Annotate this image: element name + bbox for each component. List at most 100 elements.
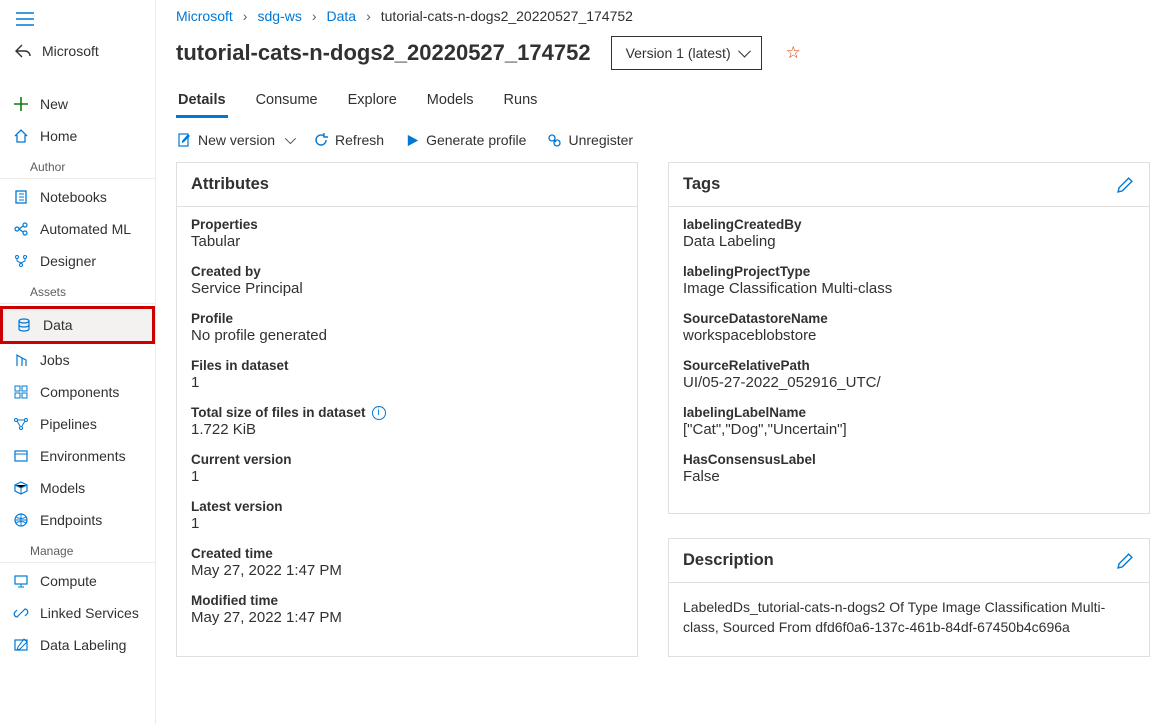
tag-row: SourceDatastoreNameworkspaceblobstore (683, 311, 1135, 344)
edit-tags-button[interactable] (1117, 176, 1135, 194)
tab-explore[interactable]: Explore (346, 84, 399, 118)
tag-value: Image Classification Multi-class (683, 280, 1135, 297)
nav-label: Data (43, 317, 73, 333)
models-icon (12, 479, 30, 497)
endpoints-icon (12, 511, 30, 529)
nav-label: Models (40, 480, 85, 496)
notebook-icon (12, 188, 30, 206)
unregister-button[interactable]: Unregister (546, 132, 633, 148)
tab-models[interactable]: Models (425, 84, 476, 118)
sidebar-item-pipelines[interactable]: Pipelines (0, 408, 155, 440)
sidebar-item-compute[interactable]: Compute (0, 565, 155, 597)
hamburger-menu-button[interactable] (0, 8, 155, 34)
generate-profile-button[interactable]: Generate profile (404, 132, 526, 148)
tag-value: ["Cat","Dog","Uncertain"] (683, 421, 1135, 438)
tab-consume[interactable]: Consume (254, 84, 320, 118)
tags-card: Tags labelingCreatedByData Labelinglabel… (668, 162, 1150, 514)
card-title: Attributes (191, 175, 269, 194)
tag-value: False (683, 468, 1135, 485)
pipelines-icon (12, 415, 30, 433)
designer-icon (12, 252, 30, 270)
tag-value: UI/05-27-2022_052916_UTC/ (683, 374, 1135, 391)
sidebar-item-designer[interactable]: Designer (0, 245, 155, 277)
jobs-icon (12, 351, 30, 369)
breadcrumb-item[interactable]: sdg-ws (257, 8, 301, 24)
sidebar-item-home[interactable]: Home (0, 120, 155, 152)
main: Microsoft › sdg-ws › Data › tutorial-cat… (156, 0, 1170, 724)
attribute-row: Files in dataset1 (191, 358, 623, 391)
attribute-label: Created by (191, 264, 623, 279)
breadcrumb-item[interactable]: Data (327, 8, 357, 24)
version-select-label: Version 1 (latest) (626, 45, 731, 61)
home-icon (12, 127, 30, 145)
sidebar-back-link[interactable]: Microsoft (0, 34, 155, 70)
toolbar: New version Refresh Generate profile Unr… (156, 118, 1170, 162)
toolbar-label: Generate profile (426, 132, 526, 148)
attribute-label: Properties (191, 217, 623, 232)
description-text: LabeledDs_tutorial-cats-n-dogs2 Of Type … (669, 583, 1149, 656)
nav-label: Automated ML (40, 221, 131, 237)
environments-icon (12, 447, 30, 465)
nav-label: New (40, 96, 68, 112)
sidebar-item-notebooks[interactable]: Notebooks (0, 181, 155, 213)
attribute-value: Tabular (191, 233, 623, 250)
attribute-label: Modified time (191, 593, 623, 608)
new-version-icon (176, 132, 192, 148)
sidebar-section-assets: Assets (0, 279, 155, 304)
attribute-value: Service Principal (191, 280, 623, 297)
toolbar-label: Unregister (568, 132, 633, 148)
version-select[interactable]: Version 1 (latest) (611, 36, 762, 70)
breadcrumb-item[interactable]: Microsoft (176, 8, 233, 24)
attribute-row: Modified timeMay 27, 2022 1:47 PM (191, 593, 623, 626)
nav-label: Environments (40, 448, 126, 464)
sidebar-item-automated-ml[interactable]: Automated ML (0, 213, 155, 245)
tabs: Details Consume Explore Models Runs (156, 80, 1170, 118)
refresh-button[interactable]: Refresh (313, 132, 384, 148)
sidebar-item-models[interactable]: Models (0, 472, 155, 504)
sidebar-top-label: Microsoft (42, 43, 99, 59)
card-title: Description (683, 551, 774, 570)
edit-description-button[interactable] (1117, 552, 1135, 570)
attribute-label: Total size of files in dataseti (191, 405, 623, 420)
chevron-right-icon: › (366, 8, 371, 24)
tag-label: SourceDatastoreName (683, 311, 1135, 326)
sidebar-section-author: Author (0, 154, 155, 179)
tab-details[interactable]: Details (176, 84, 228, 118)
sidebar-item-data-labeling[interactable]: Data Labeling (0, 629, 155, 661)
unregister-icon (546, 132, 562, 148)
attribute-row: Current version1 (191, 452, 623, 485)
description-card: Description LabeledDs_tutorial-cats-n-do… (668, 538, 1150, 657)
attribute-value: 1 (191, 515, 623, 532)
favorite-star-icon[interactable]: ☆ (786, 43, 801, 63)
tag-row: HasConsensusLabelFalse (683, 452, 1135, 485)
refresh-icon (313, 132, 329, 148)
attribute-row: Created timeMay 27, 2022 1:47 PM (191, 546, 623, 579)
nav-label: Jobs (40, 352, 70, 368)
sidebar-section-manage: Manage (0, 538, 155, 563)
sidebar-item-components[interactable]: Components (0, 376, 155, 408)
nav-label: Data Labeling (40, 637, 126, 653)
sidebar-item-jobs[interactable]: Jobs (0, 344, 155, 376)
tag-label: labelingProjectType (683, 264, 1135, 279)
tab-runs[interactable]: Runs (502, 84, 540, 118)
sidebar: Microsoft New Home Author Notebooks Auto… (0, 0, 156, 724)
title-row: tutorial-cats-n-dogs2_20220527_174752 Ve… (156, 30, 1170, 80)
sidebar-item-endpoints[interactable]: Endpoints (0, 504, 155, 536)
sidebar-item-environments[interactable]: Environments (0, 440, 155, 472)
chevron-right-icon: › (312, 8, 317, 24)
attribute-label: Created time (191, 546, 623, 561)
nav-label: Designer (40, 253, 96, 269)
new-version-button[interactable]: New version (176, 132, 293, 148)
sidebar-item-data[interactable]: Data (3, 309, 152, 341)
info-icon[interactable]: i (372, 406, 386, 420)
plus-icon (12, 95, 30, 113)
play-icon (404, 132, 420, 148)
nav-label: Pipelines (40, 416, 97, 432)
sidebar-item-new[interactable]: New (0, 88, 155, 120)
attribute-row: Latest version1 (191, 499, 623, 532)
nav-label: Linked Services (40, 605, 139, 621)
nav-label: Notebooks (40, 189, 107, 205)
sidebar-item-linked-services[interactable]: Linked Services (0, 597, 155, 629)
tag-row: labelingLabelName["Cat","Dog","Uncertain… (683, 405, 1135, 438)
nav-label: Components (40, 384, 119, 400)
